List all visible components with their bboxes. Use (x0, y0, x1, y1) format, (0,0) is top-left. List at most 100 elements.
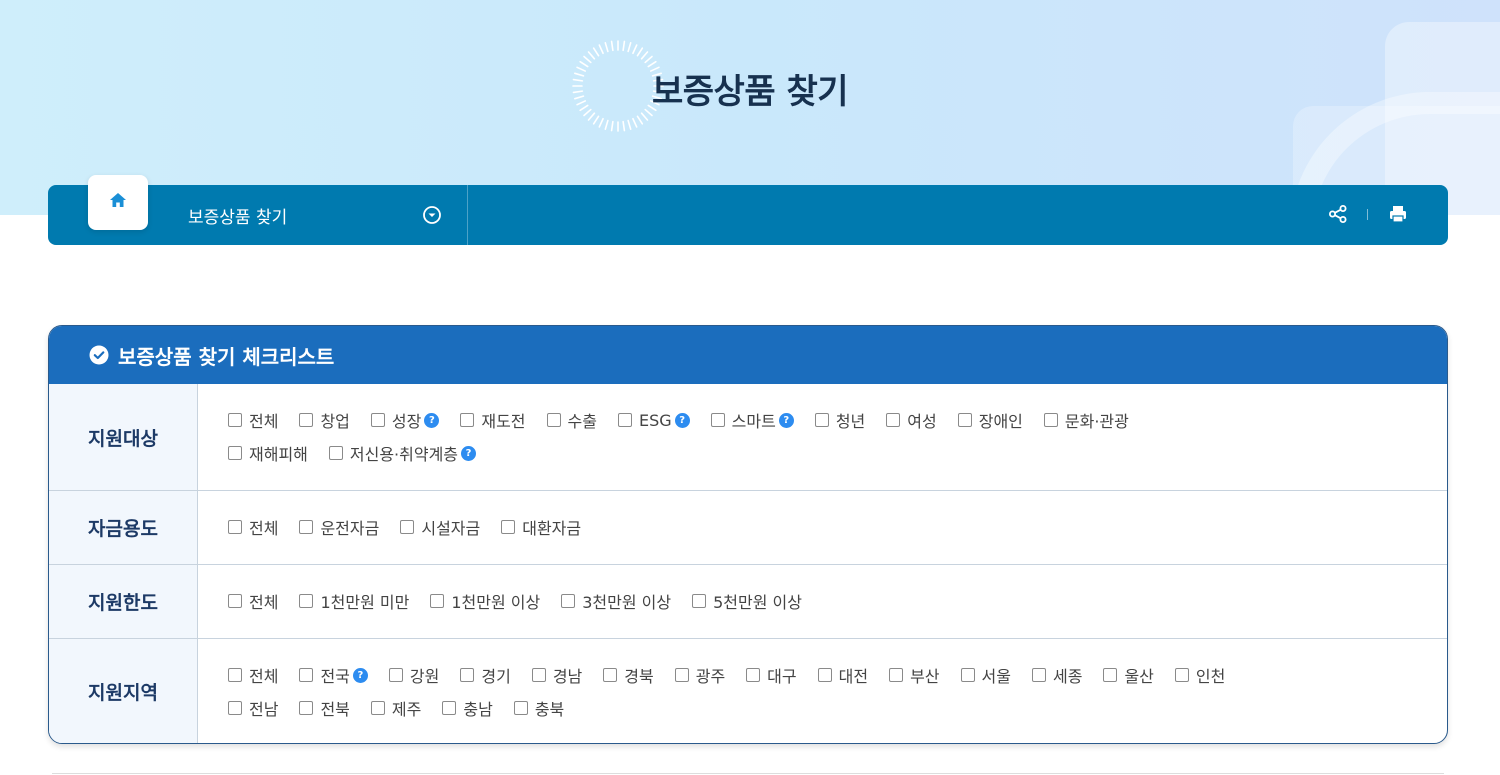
checkbox-icon[interactable] (370, 413, 385, 427)
location-menu-dropdown[interactable]: 보증상품 찾기 (188, 185, 468, 245)
filter-checkbox[interactable]: 충북 (513, 697, 564, 719)
checkbox-icon[interactable] (460, 668, 475, 682)
checkbox-icon[interactable] (603, 668, 618, 682)
checkbox-icon[interactable] (299, 520, 314, 534)
filter-checkbox[interactable]: 강원 (388, 664, 439, 686)
filter-checkbox[interactable]: 성장? (370, 409, 440, 431)
filter-checkbox[interactable]: 경기 (460, 664, 511, 686)
filter-checkbox[interactable]: 청년 (814, 409, 865, 431)
filter-checkbox[interactable]: 1천만원 이상 (430, 590, 540, 612)
checkbox-icon[interactable] (1103, 668, 1118, 682)
checkbox-icon[interactable] (814, 413, 829, 427)
checkbox-icon[interactable] (692, 594, 707, 608)
filter-checkbox[interactable]: 운전자금 (299, 516, 379, 538)
filter-checkbox[interactable]: 광주 (674, 664, 725, 686)
help-icon[interactable]: ? (424, 412, 440, 428)
checkbox-icon[interactable] (228, 413, 242, 427)
home-button[interactable] (88, 175, 148, 230)
filter-checkbox[interactable]: 전북 (299, 697, 350, 719)
checkbox-icon[interactable] (299, 668, 314, 682)
filter-checkbox[interactable]: 여성 (886, 409, 937, 431)
checkbox-icon[interactable] (710, 413, 725, 427)
checkbox-icon[interactable] (299, 413, 314, 427)
filter-checkbox[interactable]: 대환자금 (501, 516, 581, 538)
checkbox-icon[interactable] (746, 668, 761, 682)
share-icon[interactable] (1327, 203, 1349, 225)
checkbox-icon[interactable] (889, 668, 904, 682)
filter-checkbox[interactable]: 5천만원 이상 (692, 590, 802, 612)
checkbox-icon[interactable] (1043, 413, 1058, 427)
checkbox-icon[interactable] (1031, 668, 1046, 682)
filter-checkbox[interactable]: 제주 (370, 697, 421, 719)
checkbox-icon[interactable] (228, 446, 242, 460)
checkbox-icon[interactable] (957, 413, 972, 427)
checklist-rows: 지원대상 전체 창업 성장? 재도전 수출 ESG? 스마트? 청년 여성 장애인 문화·관광 재해피해… (49, 384, 1447, 743)
filter-checkbox[interactable]: 전체 (228, 590, 278, 612)
checkbox-icon[interactable] (674, 668, 689, 682)
filter-checkbox[interactable]: 시설자금 (400, 516, 480, 538)
help-icon[interactable]: ? (674, 412, 690, 428)
filter-checkbox[interactable]: 세종 (1031, 664, 1082, 686)
checkbox-icon[interactable] (442, 701, 457, 715)
checkbox-icon[interactable] (617, 413, 632, 427)
filter-checkbox[interactable]: 전체 (228, 664, 278, 686)
help-icon[interactable]: ? (461, 445, 477, 461)
checkbox-icon[interactable] (561, 594, 576, 608)
checkbox-icon[interactable] (817, 668, 832, 682)
filter-checkbox[interactable]: 부산 (889, 664, 940, 686)
filter-checkbox[interactable]: 대전 (817, 664, 868, 686)
checkbox-icon[interactable] (370, 701, 385, 715)
filter-checkbox[interactable]: 문화·관광 (1043, 409, 1129, 431)
checkbox-icon[interactable] (328, 446, 343, 460)
filter-checkbox[interactable]: 경북 (603, 664, 654, 686)
sunburst-ray (627, 42, 632, 53)
checkbox-icon[interactable] (228, 520, 242, 534)
checkbox-icon[interactable] (299, 701, 314, 715)
checkbox-icon[interactable] (400, 520, 415, 534)
checkbox-icon[interactable] (228, 668, 242, 682)
checkbox-icon[interactable] (886, 413, 901, 427)
sunburst-ray (604, 42, 609, 53)
filter-checkbox[interactable]: 스마트? (710, 409, 794, 431)
checkbox-icon[interactable] (1174, 668, 1189, 682)
filter-checkbox[interactable]: 전체 (228, 516, 278, 538)
filter-checkbox[interactable]: 울산 (1103, 664, 1154, 686)
checkbox-label: 1천만원 미만 (320, 593, 410, 612)
checkbox-icon[interactable] (460, 413, 475, 427)
filter-checkbox[interactable]: 3천만원 이상 (561, 590, 671, 612)
sunburst-ray (610, 120, 614, 132)
checkbox-icon[interactable] (228, 701, 242, 715)
filter-checkbox[interactable]: 전남 (228, 697, 278, 719)
checkbox-icon[interactable] (388, 668, 403, 682)
filter-checkbox[interactable]: 전체 (228, 409, 278, 431)
help-icon[interactable]: ? (352, 667, 368, 683)
filter-checkbox[interactable]: 재해피해 (228, 442, 308, 464)
checkbox-icon[interactable] (228, 594, 242, 608)
filter-checkbox[interactable]: 저신용·취약계층? (328, 442, 477, 464)
print-icon[interactable] (1387, 203, 1409, 225)
help-icon[interactable]: ? (778, 412, 794, 428)
checkbox-icon[interactable] (546, 413, 561, 427)
sunburst-ray (644, 55, 653, 64)
option-list: 전체 1천만원 미만 1천만원 이상 3천만원 이상 5천만원 이상 (198, 565, 1447, 638)
checkbox-icon[interactable] (531, 668, 546, 682)
filter-checkbox[interactable]: 서울 (960, 664, 1011, 686)
checkbox-icon[interactable] (960, 668, 975, 682)
sunburst-ray (632, 117, 638, 128)
checkbox-label: 경남 (552, 667, 583, 686)
filter-checkbox[interactable]: 인천 (1174, 664, 1225, 686)
checkbox-icon[interactable] (430, 594, 445, 608)
filter-checkbox[interactable]: 장애인 (957, 409, 1023, 431)
filter-checkbox[interactable]: 1천만원 미만 (299, 590, 409, 612)
filter-checkbox[interactable]: 충남 (442, 697, 493, 719)
checkbox-icon[interactable] (513, 701, 528, 715)
filter-checkbox[interactable]: 창업 (299, 409, 350, 431)
filter-checkbox[interactable]: 재도전 (460, 409, 526, 431)
filter-checkbox[interactable]: 전국? (299, 664, 368, 686)
filter-checkbox[interactable]: 수출 (546, 409, 597, 431)
checkbox-icon[interactable] (501, 520, 516, 534)
checkbox-icon[interactable] (299, 594, 314, 608)
filter-checkbox[interactable]: 대구 (746, 664, 797, 686)
filter-checkbox[interactable]: 경남 (531, 664, 583, 686)
filter-checkbox[interactable]: ESG? (617, 409, 690, 431)
